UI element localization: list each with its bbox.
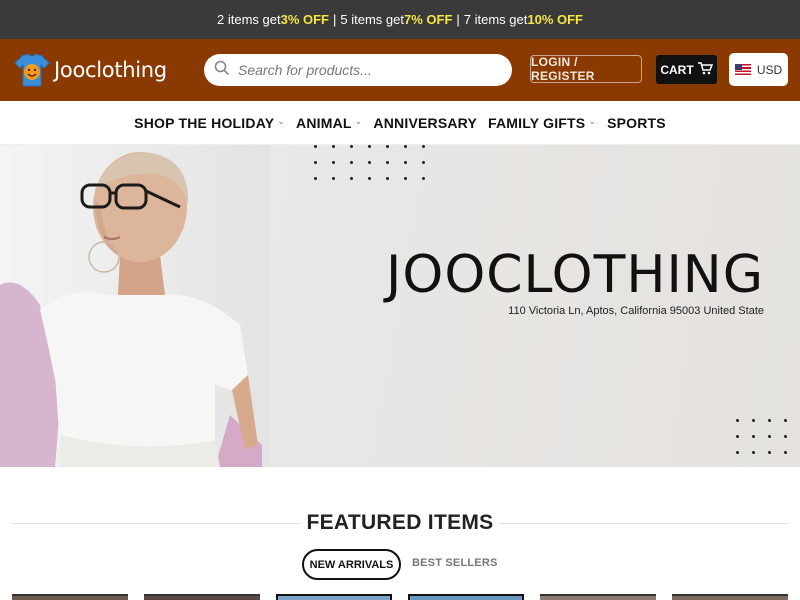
promo-separator: | [333,12,337,27]
hero-model-image [0,152,262,467]
promo-text-3: 7 items get [463,12,528,27]
promo-text-2: 5 items get [340,12,404,27]
promo-deal-2: 7% OFF [403,12,453,27]
product-grid [0,594,800,600]
site-logo[interactable]: Jooclothing [12,52,202,88]
search-icon[interactable] [214,60,230,81]
nav-item-animal[interactable]: ANIMAL ⌄ [296,115,362,131]
cart-icon [697,61,713,78]
hero-title: JOOCLOTHING [386,245,764,305]
product-card[interactable] [672,594,788,600]
nav-item-label: SHOP THE HOLIDAY [134,114,275,131]
featured-title: FEATURED ITEMS [306,511,494,534]
product-card[interactable] [144,594,260,600]
tshirt-logo-icon [12,52,52,88]
promo-deal-3: 10% OFF [527,12,583,27]
promo-text-1: 2 items get [217,12,281,27]
nav-item-label: ANNIVERSARY [373,114,478,131]
product-card[interactable] [540,594,656,600]
currency-selector[interactable]: USD [729,53,788,86]
tab-new-arrivals[interactable]: NEW ARRIVALS [302,549,401,580]
decorative-dots-top [314,145,425,180]
nav-item-anniversary[interactable]: ANNIVERSARY [373,115,477,131]
decorative-dots-bottom [736,419,787,467]
us-flag-icon [734,64,751,75]
chevron-down-icon: ⌄ [277,116,286,126]
search-input[interactable] [238,62,498,78]
chevron-down-icon: ⌄ [588,116,597,126]
hero-address: 110 Victoria Ln, Aptos, California 95003… [508,305,764,317]
promo-deal-1: 3% OFF [280,12,329,27]
featured-section: FEATURED ITEMS NEW ARRIVALS BEST SELLERS [0,467,800,580]
nav-item-shop-the-holiday[interactable]: SHOP THE HOLIDAY ⌄ [134,115,285,131]
nav-item-label: SPORTS [607,114,666,131]
promo-separator: | [456,12,460,27]
cart-button[interactable]: CART [656,55,717,84]
hero-banner[interactable]: JOOCLOTHING 110 Victoria Ln, Aptos, Cali… [0,145,800,467]
search-box[interactable] [204,54,512,86]
chevron-down-icon: ⌄ [354,116,363,126]
main-nav: SHOP THE HOLIDAY ⌄ ANIMAL ⌄ ANNIVERSARY … [0,101,800,145]
tab-best-sellers[interactable]: BEST SELLERS [412,557,498,569]
nav-item-sports[interactable]: SPORTS [607,115,666,131]
site-header: Jooclothing LOGIN / REGISTER CART USD [0,39,800,101]
login-register-button[interactable]: LOGIN / REGISTER [530,55,642,83]
nav-item-label: FAMILY GIFTS [488,114,586,131]
product-card[interactable] [408,594,524,600]
promo-bar: 2 items get 3% OFF | 5 items get 7% OFF … [0,0,800,39]
nav-item-family-gifts[interactable]: FAMILY GIFTS ⌄ [488,115,596,131]
logo-text: Jooclothing [54,58,167,82]
product-card[interactable] [12,594,128,600]
product-card[interactable] [276,594,392,600]
currency-label: USD [756,62,783,77]
nav-item-label: ANIMAL [296,114,352,131]
cart-label: CART [660,62,694,77]
